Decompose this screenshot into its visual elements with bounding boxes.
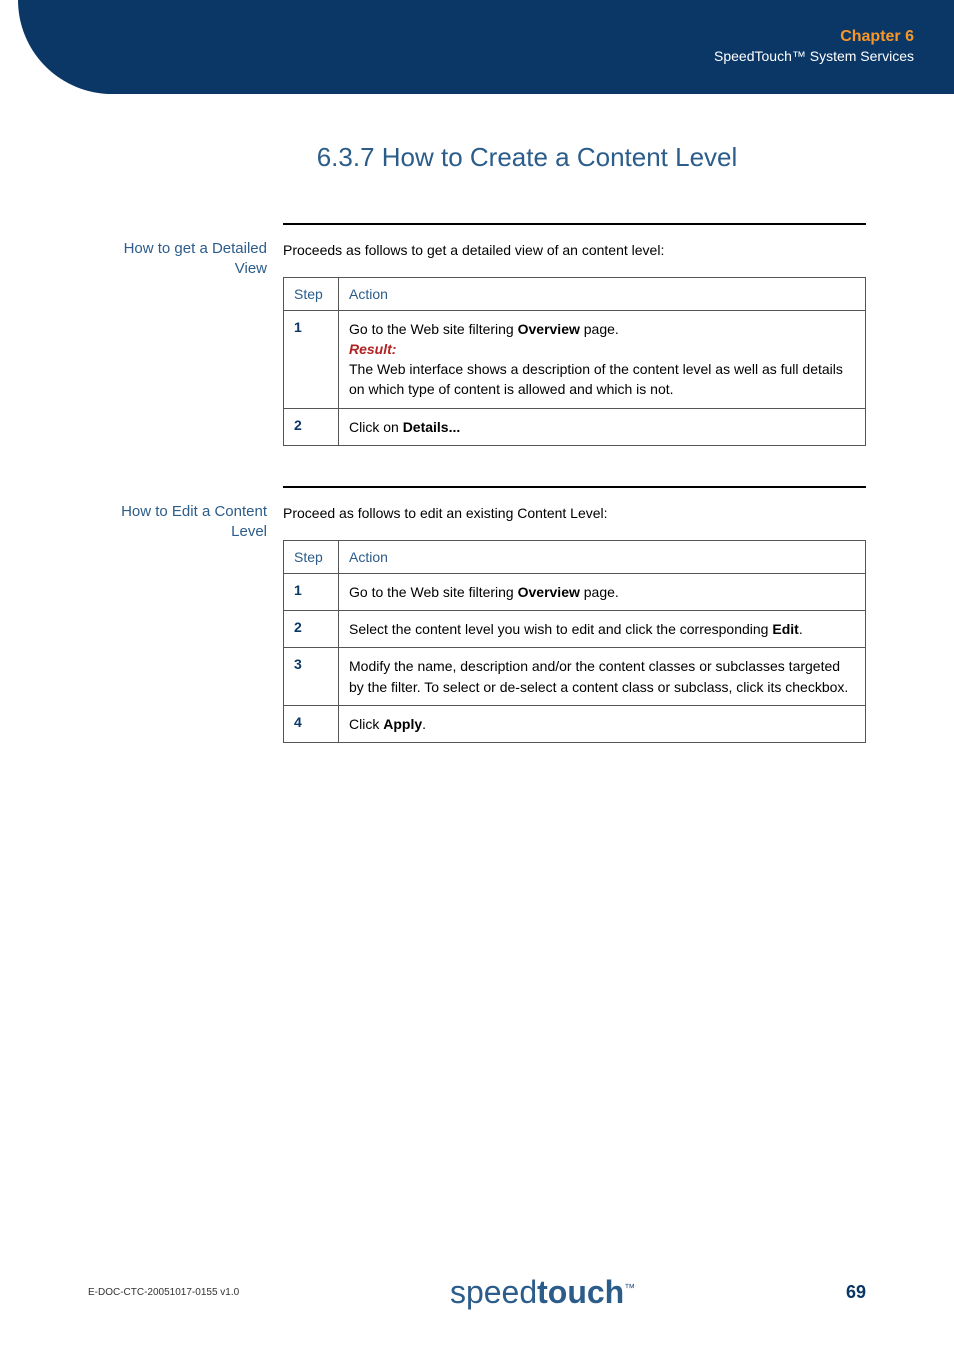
table-header-action: Action xyxy=(339,277,866,310)
table-header-step: Step xyxy=(284,540,339,573)
section: How to get a Detailed ViewProceeds as fo… xyxy=(88,223,866,446)
step-number: 2 xyxy=(284,610,339,647)
step-action: Go to the Web site filtering Overview pa… xyxy=(339,573,866,610)
section-label: How to Edit a Content Level xyxy=(88,486,283,743)
page-footer: E-DOC-CTC-20051017-0155 v1.0 speedtouch™… xyxy=(0,1274,954,1311)
chapter-label: Chapter 6 xyxy=(714,28,914,46)
step-number: 2 xyxy=(284,408,339,445)
footer-logo: speedtouch™ xyxy=(450,1274,635,1311)
footer-page-number: 69 xyxy=(846,1282,866,1303)
table-row: 2Click on Details... xyxy=(284,408,866,445)
step-action: Select the content level you wish to edi… xyxy=(339,610,866,647)
section-label: How to get a Detailed View xyxy=(88,223,283,446)
step-action: Click on Details... xyxy=(339,408,866,445)
step-action: Modify the name, description and/or the … xyxy=(339,648,866,706)
section-body: Proceed as follows to edit an existing C… xyxy=(283,486,866,743)
section-intro: Proceed as follows to edit an existing C… xyxy=(283,504,866,524)
table-row: 2Select the content level you wish to ed… xyxy=(284,610,866,647)
chapter-subtitle: SpeedTouch™ System Services xyxy=(714,48,914,64)
section: How to Edit a Content LevelProceed as fo… xyxy=(88,486,866,743)
section-rule xyxy=(283,486,866,488)
step-action: Click Apply. xyxy=(339,705,866,742)
table-row: 1Go to the Web site filtering Overview p… xyxy=(284,310,866,408)
table-header-step: Step xyxy=(284,277,339,310)
content-area: How to get a Detailed ViewProceeds as fo… xyxy=(0,223,954,743)
footer-doc-id: E-DOC-CTC-20051017-0155 v1.0 xyxy=(88,1287,239,1298)
table-row: 3Modify the name, description and/or the… xyxy=(284,648,866,706)
result-text: The Web interface shows a description of… xyxy=(349,361,843,397)
header-content: Chapter 6 SpeedTouch™ System Services xyxy=(714,28,914,64)
page-title: 6.3.7 How to Create a Content Level xyxy=(0,142,954,173)
header-bar: Chapter 6 SpeedTouch™ System Services xyxy=(18,0,954,94)
footer-logo-bold: touch xyxy=(537,1274,624,1310)
result-label: Result: xyxy=(349,341,396,357)
step-number: 4 xyxy=(284,705,339,742)
footer-logo-tm: ™ xyxy=(624,1282,635,1294)
step-number: 3 xyxy=(284,648,339,706)
step-number: 1 xyxy=(284,573,339,610)
steps-table: StepAction1Go to the Web site filtering … xyxy=(283,540,866,743)
section-body: Proceeds as follows to get a detailed vi… xyxy=(283,223,866,446)
table-row: 1Go to the Web site filtering Overview p… xyxy=(284,573,866,610)
steps-table: StepAction1Go to the Web site filtering … xyxy=(283,277,866,446)
step-number: 1 xyxy=(284,310,339,408)
section-rule xyxy=(283,223,866,225)
step-action: Go to the Web site filtering Overview pa… xyxy=(339,310,866,408)
table-row: 4Click Apply. xyxy=(284,705,866,742)
footer-logo-light: speed xyxy=(450,1274,537,1310)
table-header-action: Action xyxy=(339,540,866,573)
section-intro: Proceeds as follows to get a detailed vi… xyxy=(283,241,866,261)
